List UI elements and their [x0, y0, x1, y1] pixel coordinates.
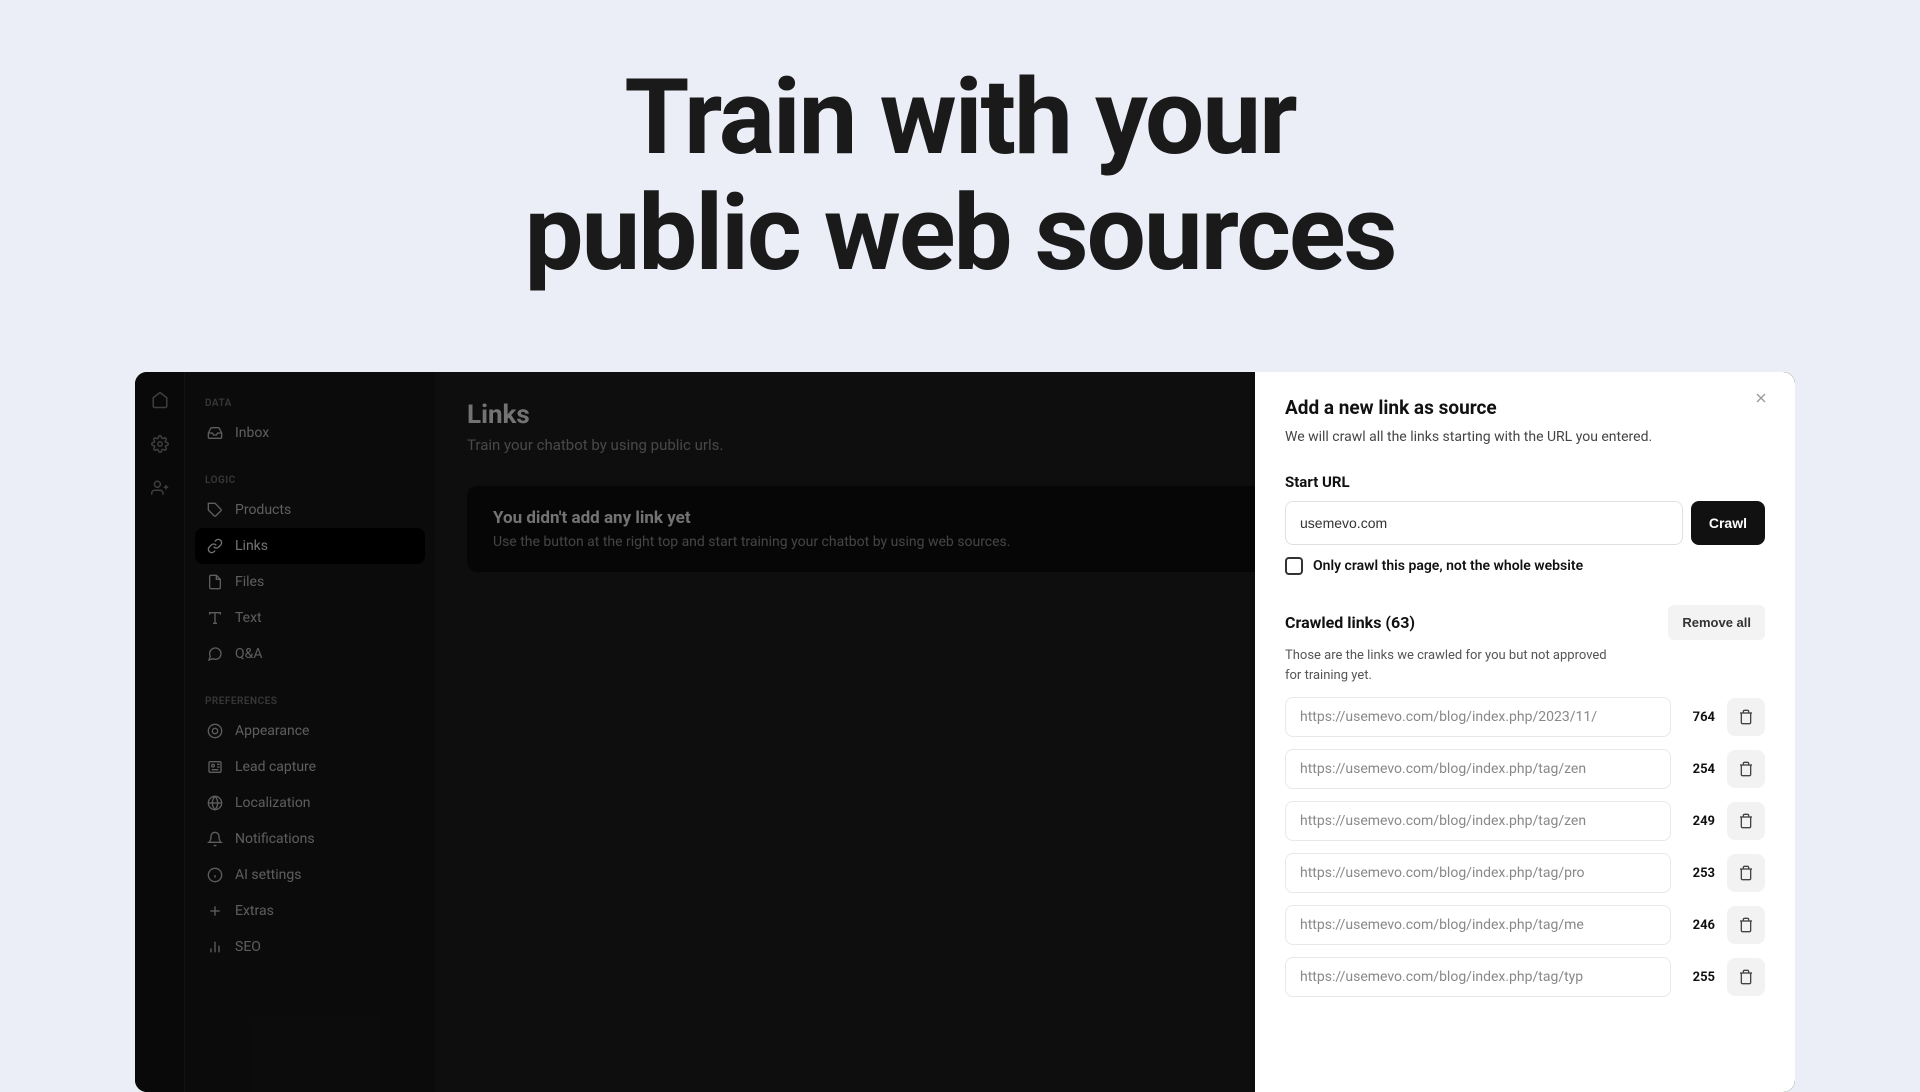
panel-title: Add a new link as source	[1285, 396, 1765, 419]
section-data-label: DATA	[195, 392, 425, 415]
sidebar-item-label: Appearance	[235, 723, 309, 739]
trash-icon[interactable]	[1727, 698, 1765, 736]
section-preferences-label: PREFERENCES	[195, 690, 425, 713]
section-logic-label: LOGIC	[195, 469, 425, 492]
user-plus-icon[interactable]	[150, 478, 170, 498]
sidebar-item-label: Links	[235, 538, 268, 554]
panel-desc: We will crawl all the links starting wit…	[1285, 429, 1765, 445]
sidebar-item-text[interactable]: Text	[195, 600, 425, 636]
gear-icon[interactable]	[150, 434, 170, 454]
crawled-link-row: https://usemevo.com/blog/index.php/tag/t…	[1285, 957, 1765, 997]
crawled-link-row: https://usemevo.com/blog/index.php/tag/z…	[1285, 749, 1765, 789]
sidebar-item-leadcapture[interactable]: Lead capture	[195, 749, 425, 785]
crawled-link-count: 246	[1683, 918, 1715, 933]
app-window: DATA Inbox LOGIC Products Links Files Te…	[135, 372, 1795, 1092]
sidebar-item-files[interactable]: Files	[195, 564, 425, 600]
checkbox-label: Only crawl this page, not the whole webs…	[1313, 558, 1583, 574]
sidebar-item-localization[interactable]: Localization	[195, 785, 425, 821]
crawled-link-url[interactable]: https://usemevo.com/blog/index.php/tag/p…	[1285, 853, 1671, 893]
crawled-link-url[interactable]: https://usemevo.com/blog/index.php/2023/…	[1285, 697, 1671, 737]
remove-all-button[interactable]: Remove all	[1668, 605, 1765, 640]
sidebar-item-label: AI settings	[235, 867, 301, 883]
checkbox-icon[interactable]	[1285, 557, 1303, 575]
sidebar-item-links[interactable]: Links	[195, 528, 425, 564]
id-card-icon	[207, 759, 223, 775]
trash-icon[interactable]	[1727, 958, 1765, 996]
crawl-button[interactable]: Crawl	[1691, 501, 1765, 545]
sidebar-item-label: Localization	[235, 795, 311, 811]
sidebar-item-qa[interactable]: Q&A	[195, 636, 425, 672]
start-url-label: Start URL	[1285, 473, 1765, 491]
trash-icon[interactable]	[1727, 854, 1765, 892]
tag-icon	[207, 502, 223, 518]
trash-icon[interactable]	[1727, 750, 1765, 788]
crawled-link-count: 253	[1683, 866, 1715, 881]
info-icon	[207, 867, 223, 883]
inbox-icon	[207, 425, 223, 441]
crawled-link-count: 255	[1683, 970, 1715, 985]
crawled-link-row: https://usemevo.com/blog/index.php/tag/m…	[1285, 905, 1765, 945]
sidebar-item-label: Lead capture	[235, 759, 316, 775]
crawled-link-count: 254	[1683, 762, 1715, 777]
crawled-link-row: https://usemevo.com/blog/index.php/tag/z…	[1285, 801, 1765, 841]
link-icon	[207, 538, 223, 554]
crawl-single-row[interactable]: Only crawl this page, not the whole webs…	[1285, 557, 1765, 575]
sidebar-item-label: Products	[235, 502, 291, 518]
sidebar-item-label: Inbox	[235, 425, 269, 441]
globe-icon	[207, 795, 223, 811]
sidebar-item-label: Q&A	[235, 646, 262, 662]
sidebar-item-label: Extras	[235, 903, 274, 919]
hero-line-2: public web sources	[0, 176, 1920, 292]
sidebar-item-appearance[interactable]: Appearance	[195, 713, 425, 749]
sidebar-item-aisettings[interactable]: AI settings	[195, 857, 425, 893]
close-icon[interactable]	[1753, 390, 1771, 408]
hero-line-1: Train with your	[0, 60, 1920, 176]
crawled-title: Crawled links (63)	[1285, 613, 1415, 632]
hero-title: Train with your public web sources	[0, 0, 1920, 291]
sidebar: DATA Inbox LOGIC Products Links Files Te…	[185, 372, 435, 1092]
crawled-desc: Those are the links we crawled for you b…	[1285, 646, 1625, 685]
home-icon[interactable]	[150, 390, 170, 410]
sidebar-item-label: Files	[235, 574, 264, 590]
chat-icon	[207, 646, 223, 662]
sidebar-item-notifications[interactable]: Notifications	[195, 821, 425, 857]
sidebar-item-label: Text	[235, 610, 262, 626]
sidebar-item-products[interactable]: Products	[195, 492, 425, 528]
crawled-link-url[interactable]: https://usemevo.com/blog/index.php/tag/z…	[1285, 749, 1671, 789]
crawled-link-row: https://usemevo.com/blog/index.php/2023/…	[1285, 697, 1765, 737]
bars-icon	[207, 939, 223, 955]
icon-rail	[135, 372, 185, 1092]
sidebar-item-extras[interactable]: Extras	[195, 893, 425, 929]
trash-icon[interactable]	[1727, 802, 1765, 840]
crawled-link-row: https://usemevo.com/blog/index.php/tag/p…	[1285, 853, 1765, 893]
add-link-panel: Add a new link as source We will crawl a…	[1255, 372, 1795, 1092]
trash-icon[interactable]	[1727, 906, 1765, 944]
bell-icon	[207, 831, 223, 847]
crawled-link-url[interactable]: https://usemevo.com/blog/index.php/tag/z…	[1285, 801, 1671, 841]
sidebar-item-seo[interactable]: SEO	[195, 929, 425, 965]
file-icon	[207, 574, 223, 590]
crawled-link-count: 764	[1683, 710, 1715, 725]
crawled-header: Crawled links (63) Remove all	[1285, 605, 1765, 640]
sidebar-item-inbox[interactable]: Inbox	[195, 415, 425, 451]
crawled-link-count: 249	[1683, 814, 1715, 829]
start-url-input[interactable]	[1285, 501, 1683, 545]
url-row: Crawl	[1285, 501, 1765, 545]
sidebar-item-label: SEO	[235, 939, 261, 955]
plus-icon	[207, 903, 223, 919]
sidebar-item-label: Notifications	[235, 831, 315, 847]
crawled-link-url[interactable]: https://usemevo.com/blog/index.php/tag/t…	[1285, 957, 1671, 997]
text-icon	[207, 610, 223, 626]
crawled-link-url[interactable]: https://usemevo.com/blog/index.php/tag/m…	[1285, 905, 1671, 945]
palette-icon	[207, 723, 223, 739]
